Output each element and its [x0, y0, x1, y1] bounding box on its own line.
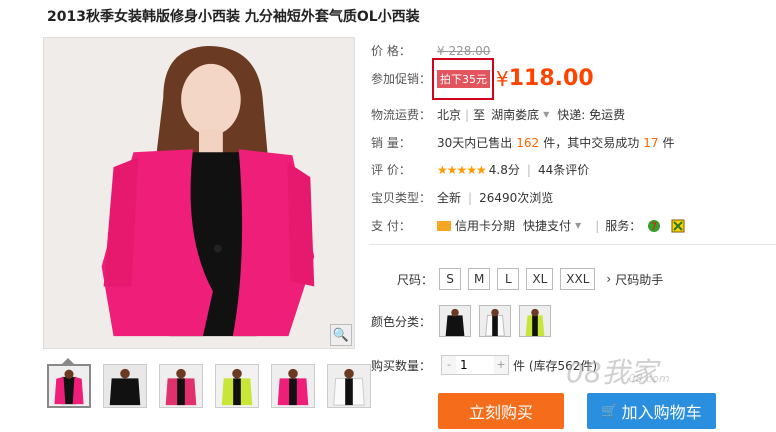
ship-from: 北京 [437, 108, 462, 122]
shipping-row: 物流运费： 北京 | 至 湖南娄底 ▼ 快递: 免运费 [371, 106, 625, 123]
item-type-value: 全新 [437, 191, 462, 205]
item-type-label: 宝贝类型： [371, 191, 432, 205]
thumbnail-5[interactable] [271, 364, 315, 408]
add-to-cart-button[interactable]: 🛒 加入购物车 [587, 393, 716, 429]
color-option-green[interactable] [519, 305, 551, 337]
product-main-image[interactable]: 🔍 [43, 37, 355, 349]
color-row: 颜色分类： [371, 305, 559, 337]
thumbnail-strip [47, 364, 371, 408]
sales-text-2: 件，其中交易成功 [543, 136, 640, 150]
quantity-plus-button[interactable]: + [494, 356, 508, 374]
promo-price: 118.00 [508, 66, 594, 91]
view-count: 26490次浏览 [479, 191, 554, 205]
review-count-link[interactable]: 44条评价 [538, 161, 589, 178]
separator: | [465, 107, 470, 122]
item-type-row: 宝贝类型： 全新 | 26490次浏览 [371, 189, 553, 206]
rating-row: 评 价： ★★★★★ 4.8分 | 44条评价 [371, 161, 589, 178]
separator: | [468, 190, 473, 205]
color-option-white[interactable] [479, 305, 511, 337]
service-label: 服务： [605, 219, 642, 233]
sales-text-3: 件 [662, 136, 675, 150]
payment-label: 支 付： [371, 219, 411, 233]
price-row: 价 格： ¥ 228.00 [371, 42, 490, 59]
shipping-label: 物流运费： [371, 108, 432, 122]
size-label: 尺码： [397, 272, 434, 287]
seven-day-return-icon[interactable]: 7 [647, 219, 661, 233]
quantity-minus-button[interactable]: - [442, 356, 456, 374]
separator: | [595, 218, 600, 233]
quantity-input[interactable] [456, 356, 494, 374]
shipping-fee: 快递: 免运费 [557, 108, 626, 122]
thumbnail-3[interactable] [159, 364, 203, 408]
original-price: ¥ 228.00 [437, 43, 491, 58]
size-option-s[interactable]: S [439, 268, 461, 290]
price-label: 价 格： [371, 44, 411, 58]
sales-label: 销 量： [371, 136, 411, 150]
size-option-xl[interactable]: XL [526, 268, 554, 290]
size-option-m[interactable]: M [468, 268, 491, 290]
section-divider [369, 244, 776, 245]
promo-label: 参加促销： [371, 72, 432, 86]
product-title: 2013秋季女装韩版修身小西装 九分袖短外套气质OL小西装 [47, 9, 420, 25]
payment-quick[interactable]: 快捷支付 [523, 217, 571, 234]
size-helper-link[interactable]: 尺码助手 [615, 271, 663, 288]
promo-row: 参加促销： 拍下35元 ¥ 118.00 [371, 66, 594, 91]
thumbnail-4[interactable] [215, 364, 259, 408]
quantity-row: 购买数量： - + 件 (库存562件) [371, 355, 597, 375]
payment-installment[interactable]: 信用卡分期 [455, 217, 515, 234]
buy-now-button[interactable]: 立刻购买 [438, 393, 564, 429]
credit-card-icon [437, 220, 451, 231]
rating-label: 评 价： [371, 163, 411, 177]
sales-count: 162 [516, 135, 540, 150]
svg-text:7: 7 [651, 221, 657, 232]
success-count: 17 [643, 135, 659, 150]
size-option-l[interactable]: L [497, 268, 520, 290]
size-option-xxl[interactable]: XXL [560, 268, 596, 290]
rating-score: 4.8分 [488, 163, 520, 177]
chevron-down-icon[interactable]: ▼ [543, 110, 549, 119]
star-rating-icon: ★★★★★ [437, 162, 487, 177]
quantity-label: 购买数量： [371, 358, 432, 373]
thumbnail-6[interactable] [327, 364, 371, 408]
thumbnail-1[interactable] [47, 364, 91, 408]
ship-to-select[interactable]: 湖南娄底 [491, 106, 539, 123]
watermark-sub: 08.com [628, 372, 670, 385]
chevron-down-icon[interactable]: ▼ [575, 221, 581, 230]
buy-now-label: 立刻购买 [468, 403, 533, 422]
color-option-black[interactable] [439, 305, 471, 337]
color-label: 颜色分类： [371, 314, 432, 329]
site-watermark: 08我家 08.com [566, 351, 670, 391]
guarantee-icon[interactable] [671, 219, 685, 233]
sales-row: 销 量： 30天内已售出 162 件，其中交易成功 17 件 [371, 134, 675, 151]
cart-icon: 🛒 [601, 403, 618, 419]
currency-symbol: ¥ [496, 66, 509, 91]
chevron-right-icon[interactable]: › [606, 272, 611, 286]
thumbnail-2[interactable] [103, 364, 147, 408]
payment-row: 支 付： 信用卡分期 快捷支付 ▼ | 服务： 7 [371, 217, 685, 234]
quantity-stepper: - + [441, 355, 509, 375]
size-row: 尺码： S M L XL XXL › 尺码助手 [397, 268, 663, 290]
ship-to-prefix: 至 [473, 108, 486, 122]
model-photo [44, 38, 354, 348]
separator: | [526, 162, 531, 177]
zoom-icon[interactable]: 🔍 [330, 324, 352, 346]
sales-text-1: 30天内已售出 [437, 136, 513, 150]
promo-tag: 拍下35元 [437, 69, 490, 88]
add-to-cart-label: 加入购物车 [621, 403, 702, 422]
